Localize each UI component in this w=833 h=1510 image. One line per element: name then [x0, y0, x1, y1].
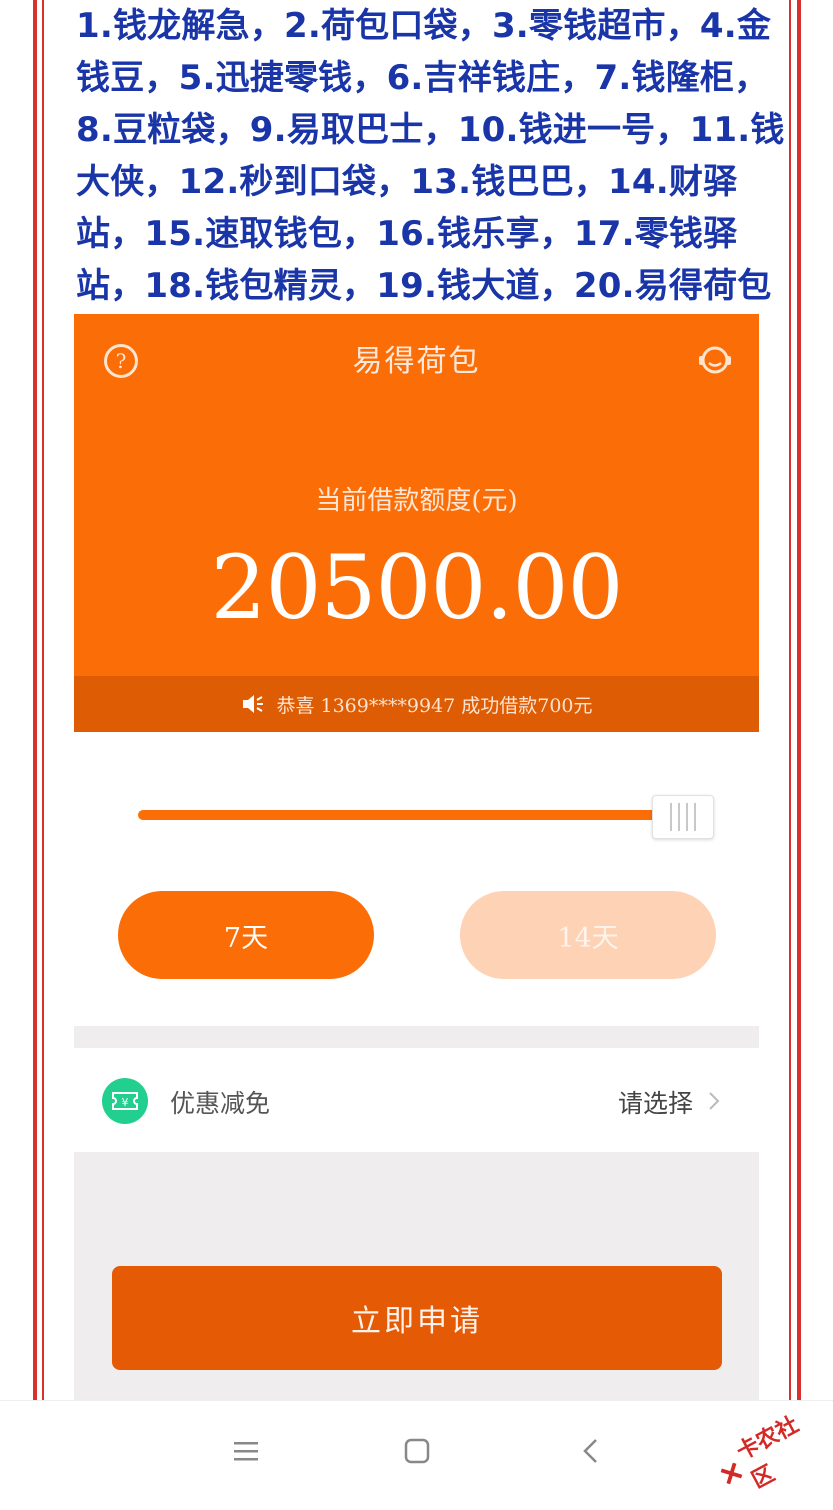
success-notice-bar: 恭喜 1369****9947 成功借款700元: [74, 676, 759, 732]
term-14-days-button[interactable]: 14天: [460, 891, 716, 979]
headline-line-4: 大侠，12.秒到口袋，13.钱巴巴，14.财驿: [76, 162, 738, 202]
right-border-line-inner: [789, 0, 791, 1400]
loan-amount: 20500.00: [210, 536, 624, 639]
left-border-line-inner: [42, 0, 44, 1400]
chevron-right-icon: [709, 1092, 720, 1110]
discount-select-text[interactable]: 请选择: [618, 1084, 693, 1120]
discount-label: 优惠减免: [170, 1089, 271, 1118]
right-border-line-outer: [797, 0, 801, 1400]
loan-app-screen: ? 易得荷包 当前借款额度(元) 20500.00 恭喜 1369****994…: [74, 314, 759, 1400]
apply-now-button[interactable]: 立即申请: [112, 1266, 722, 1370]
headline-line-1: 1.钱龙解急，2.荷包口袋，3.零钱超市，4.金: [76, 6, 772, 46]
headline-line-6: 站，18.钱包精灵，19.钱大道，20.易得荷包: [76, 266, 772, 306]
headline-line-5: 站，15.速取钱包，16.钱乐享，17.零钱驿: [76, 214, 738, 254]
notice-text: 恭喜 1369****9947 成功借款700元: [276, 694, 593, 717]
discount-row[interactable]: ¥ 优惠减免 请选择: [74, 1048, 759, 1152]
headline-line-3: 8.豆粒袋，9.易取巴士，10.钱进一号，11.钱: [76, 110, 785, 150]
amount-slider-handle[interactable]: [652, 795, 714, 839]
headline-app-list: 1.钱龙解急，2.荷包口袋，3.零钱超市，4.金 钱豆，5.迅捷零钱，6.吉祥钱…: [76, 0, 785, 312]
home-icon[interactable]: [401, 1435, 433, 1467]
amount-slider-track[interactable]: [138, 810, 658, 820]
headline-line-2: 钱豆，5.迅捷零钱，6.吉祥钱庄，7.钱隆柜，: [76, 58, 769, 98]
coupon-icon: ¥: [102, 1078, 148, 1124]
section-divider: [74, 1026, 759, 1048]
hero-panel: ? 易得荷包 当前借款额度(元) 20500.00 恭喜 1369****994…: [74, 314, 759, 732]
quota-label: 当前借款额度(元): [315, 486, 518, 516]
term-7-days-button[interactable]: 7天: [118, 891, 374, 979]
left-border-line-outer: [33, 0, 37, 1400]
menu-icon[interactable]: [230, 1435, 262, 1467]
app-title: 易得荷包: [352, 344, 481, 379]
speaker-icon: [243, 695, 264, 713]
svg-text:¥: ¥: [122, 1096, 129, 1109]
back-icon[interactable]: [576, 1435, 608, 1467]
customer-service-icon[interactable]: [695, 340, 735, 380]
